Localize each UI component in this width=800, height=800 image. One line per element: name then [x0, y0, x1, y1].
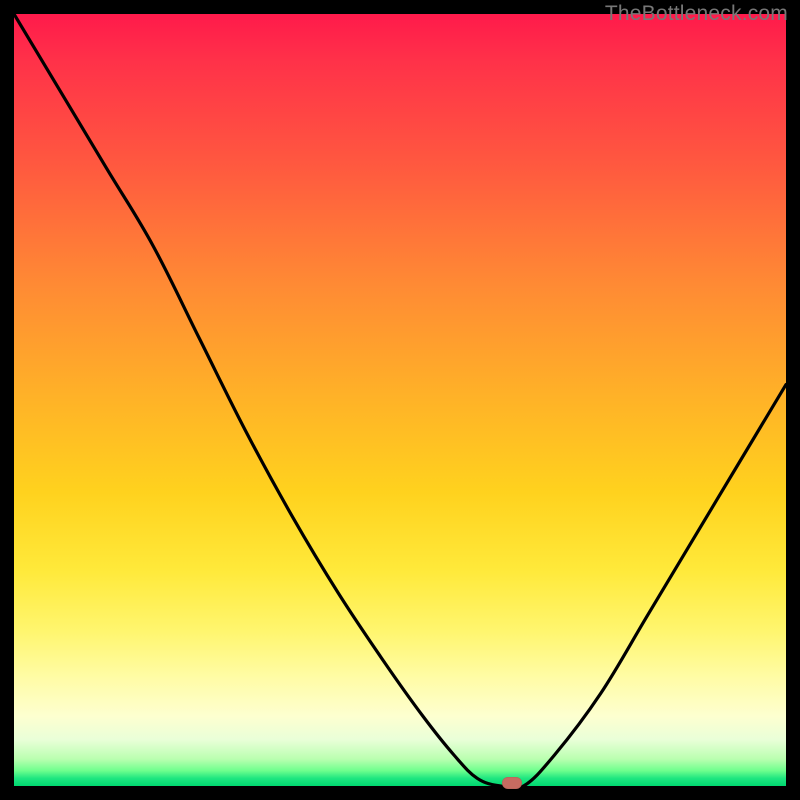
- bottleneck-curve: [14, 14, 786, 786]
- chart-frame: TheBottleneck.com: [0, 0, 800, 800]
- watermark-text: TheBottleneck.com: [605, 2, 788, 26]
- minimum-marker: [502, 777, 522, 789]
- plot-area: [14, 14, 786, 786]
